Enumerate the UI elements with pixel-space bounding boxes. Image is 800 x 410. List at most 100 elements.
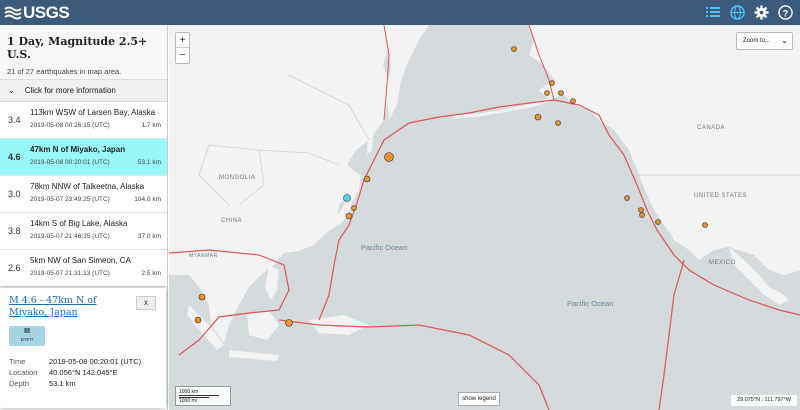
popup-details: Time 2019-05-08 00:20:01 (UTC) Location 40… — [9, 357, 141, 390]
intensity-value: III — [24, 328, 30, 335]
earthquake-marker — [558, 90, 564, 96]
eq-depth: 37.0 km — [137, 233, 161, 240]
label-myanmar: MYANMAR — [189, 253, 218, 259]
kamchatka-land — [384, 25, 429, 120]
earthquake-marker — [702, 222, 708, 228]
eq-place: 5km NW of San Simeon, CA — [30, 256, 131, 265]
time-value: 2019-05-08 00:20:01 (UTC) — [49, 357, 142, 366]
earthquake-marker — [624, 195, 630, 201]
chevron-down-icon: ⌄ — [781, 36, 788, 45]
help-icon[interactable]: ? — [776, 3, 794, 21]
intensity-badge[interactable]: III DYFI? — [9, 326, 45, 346]
earthquake-marker — [544, 90, 550, 96]
earthquake-map[interactable]: CANADA MONGOLIA CHINA UNITED STATES MEXI… — [169, 25, 800, 410]
scale-mi: 1000 mi — [179, 397, 209, 404]
list-count: 21 of 27 earthquakes in map area. — [7, 67, 122, 76]
eq-depth: 53.1 km — [137, 159, 161, 166]
earthquake-marker — [285, 319, 293, 327]
eq-time: 2019-05-08 00:20:01 (UTC) — [30, 159, 110, 166]
eq-depth: 2.5 km — [141, 270, 161, 277]
earthquake-marker — [570, 98, 576, 104]
scale-km: 1000 km — [179, 389, 219, 396]
earthquake-marker — [555, 120, 561, 126]
eq-place: 113km WSW of Larsen Bay, Alaska — [30, 108, 156, 117]
earthquake-marker — [511, 46, 517, 52]
eq-magnitude: 3.0 — [8, 189, 21, 199]
earthquake-list-item[interactable]: 2.6 5km NW of San Simeon, CA 2019-05-07 … — [0, 250, 167, 287]
location-label: Location — [9, 368, 38, 377]
eq-place: 78km NNW of Talkeetna, Alaska — [30, 182, 145, 191]
earthquake-marker — [351, 205, 357, 211]
popup-close-button[interactable]: x — [136, 296, 156, 310]
earthquake-marker — [384, 152, 394, 162]
earthquake-list-item[interactable]: 3.0 78km NNW of Talkeetna, Alaska 2019-0… — [0, 176, 167, 213]
cursor-coordinates: 29.075°N : 111.797°W — [731, 395, 797, 406]
eq-magnitude: 3.4 — [8, 115, 21, 125]
earthquake-marker — [639, 212, 645, 218]
zoom-out-button[interactable]: − — [176, 48, 189, 63]
depth-value: 53.1 km — [49, 379, 76, 388]
chevron-down-icon: ⌄ — [8, 86, 15, 95]
eq-place: 47km N of Miyako, Japan — [30, 145, 126, 154]
earthquake-marker — [198, 293, 206, 301]
eq-depth: 1.7 km — [141, 122, 161, 129]
earthquake-list-item-selected[interactable]: 4.6 47km N of Miyako, Japan 2019-05-08 0… — [0, 139, 167, 176]
zoom-to-label: Zoom to... — [743, 38, 771, 44]
eq-depth: 104.0 km — [134, 196, 161, 203]
label-canada: CANADA — [697, 125, 726, 131]
label-mongolia: MONGOLIA — [219, 175, 256, 181]
logo-text: USGS — [23, 2, 70, 22]
more-info-toggle[interactable]: ⌄ Click for more information — [0, 80, 167, 102]
popup-title-link[interactable]: M 4.6 - 47km N of Miyako, Japan — [9, 295, 129, 319]
plate-boundary-pacific-rise — [658, 259, 685, 410]
show-legend-button[interactable]: show legend — [458, 392, 500, 406]
list-title: 1 Day, Magnitude 2.5+ U.S. — [7, 35, 148, 61]
earthquake-popup: M 4.6 - 47km N of Miyako, Japan x III DY… — [0, 288, 166, 408]
label-mexico: MEXICO — [709, 260, 736, 266]
location-value: 40.056°N 142.045°E — [49, 368, 118, 377]
eq-magnitude: 2.6 — [8, 263, 21, 273]
eq-magnitude: 4.6 — [8, 152, 21, 162]
list-header: 1 Day, Magnitude 2.5+ U.S. 21 of 27 eart… — [0, 25, 167, 80]
plate-boundary-aleutian — [383, 99, 600, 141]
map-canvas — [169, 25, 800, 410]
scale-bar: 1000 km 1000 mi — [175, 386, 231, 406]
eq-time: 2019-05-08 00:26:15 (UTC) — [30, 122, 110, 129]
depth-label: Depth — [9, 379, 30, 388]
usgs-logo[interactable]: USGS — [4, 2, 70, 22]
list-icon[interactable] — [704, 3, 722, 21]
label-united-states: UNITED STATES — [694, 193, 747, 199]
eq-time: 2019-05-07 21:46:35 (UTC) — [30, 233, 110, 240]
eq-time: 2019-05-07 23:49:25 (UTC) — [30, 196, 110, 203]
earthquake-marker-selected — [343, 194, 351, 202]
eq-time: 2019-05-07 21:31:13 (UTC) — [30, 270, 110, 277]
label-china: CHINA — [221, 218, 243, 224]
time-label: Time — [9, 357, 26, 366]
gear-icon[interactable] — [752, 3, 770, 21]
earthquake-marker — [549, 80, 555, 86]
svg-text:?: ? — [782, 8, 788, 18]
earthquake-marker — [194, 316, 202, 324]
java-land — [229, 350, 279, 361]
zoom-in-button[interactable]: + — [176, 33, 189, 48]
usgs-wave-icon — [4, 6, 22, 19]
eq-place: 14km S of Big Lake, Alaska — [30, 219, 128, 228]
more-info-label: Click for more information — [24, 86, 116, 95]
earthquake-list-item[interactable]: 3.8 14km S of Big Lake, Alaska 2019-05-0… — [0, 213, 167, 250]
label-pacific-ocean-west: Pacific Ocean — [361, 243, 408, 252]
intensity-source: DYFI? — [20, 337, 34, 342]
earthquake-marker — [638, 207, 644, 213]
header-icons: ? — [704, 3, 794, 21]
zoom-control: + − — [175, 32, 190, 64]
earthquake-marker — [534, 113, 542, 121]
earthquake-marker — [655, 219, 661, 225]
globe-icon[interactable] — [728, 3, 746, 21]
borneo-land — [247, 310, 279, 340]
label-pacific-ocean-east: Pacific Ocean — [567, 299, 614, 308]
zoom-to-select[interactable]: Zoom to... ⌄ — [736, 32, 793, 50]
earthquake-marker — [345, 212, 353, 220]
earthquake-list-item[interactable]: 3.4 113km WSW of Larsen Bay, Alaska 2019… — [0, 102, 167, 139]
app-header: USGS ? — [0, 0, 800, 25]
north-america-land — [529, 25, 800, 275]
earthquake-marker — [363, 175, 371, 183]
